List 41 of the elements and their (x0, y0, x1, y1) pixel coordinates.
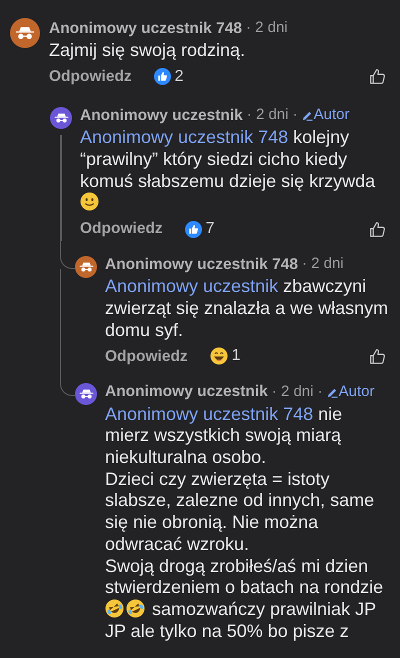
thumbs-up-icon (369, 68, 386, 86)
author-name[interactable]: Anonimowy uczestnik (105, 380, 268, 404)
author-name[interactable]: Anonimowy uczestnik (80, 104, 243, 128)
reaction-count: 2 (174, 66, 184, 87)
author-label: Autor (302, 104, 350, 127)
reaction-count: 7 (206, 219, 215, 240)
mention-link[interactable]: Anonimowy uczestnik 748 (105, 404, 314, 424)
comment-text: Anonimowy uczestnik 748 kolejny “prawilny” który siedzi cicho kiedy komuś słabszemu dzieje się krzywda (80, 127, 400, 214)
comment-text: Anonimowy uczestnik 748 nie mierz wszystkich swoją miarą niekulturalna osobo. Dzieci czy zwierzęta = istoty slabsze, zalezne od innych, same się nie obronią. Nie można odwracać wzroku. Swoją drogą zrobiłeś/aś mi dzien stwierdzeniem o batach na rondzie samozwańczy prawilniak JP JP ale tylko na 50% bo pisze z (105, 404, 384, 642)
like-icon (184, 220, 202, 238)
laughing-face-icon (105, 598, 124, 618)
comment-time: · 2 dni (302, 254, 344, 274)
reply-button[interactable]: Odpowiedz (80, 217, 163, 241)
mention-link[interactable]: Anonimowy uczestnik (105, 276, 278, 296)
author-name[interactable]: Anonimowy uczestnik 748 (105, 253, 298, 276)
author-name[interactable]: Anonimowy uczestnik 748 (49, 17, 242, 40)
incognito-icon (15, 26, 35, 40)
thumbs-up-icon (369, 220, 386, 238)
comment-text: Zajmij się swoją rodziną. (49, 40, 246, 62)
laughing-face-icon (210, 347, 228, 366)
reply-button[interactable]: Odpowiedz (105, 344, 188, 368)
laughing-face-icon (126, 598, 145, 618)
reply-button[interactable]: Odpowiedz (49, 65, 132, 89)
pencil-icon (302, 110, 313, 122)
pencil-icon (326, 386, 338, 398)
like-button[interactable] (369, 220, 386, 238)
reaction-count: 1 (232, 346, 241, 366)
comment-text: Anonimowy uczestnik zbawczyni zwierząt się znalazła a we własnym domu syf. (105, 276, 390, 342)
incognito-icon (54, 112, 68, 123)
author-label: Autor (326, 380, 374, 404)
like-icon (154, 68, 171, 86)
mention-link[interactable]: Anonimowy uczestnik 748 (80, 127, 288, 148)
comment-time: · 2 dni (246, 18, 288, 38)
incognito-icon (78, 389, 94, 400)
incognito-icon (78, 262, 94, 272)
thumbs-up-icon (369, 348, 386, 365)
comment-time: · 2 dni · (272, 382, 323, 402)
like-button[interactable] (369, 348, 386, 365)
comment-time: · 2 dni · (246, 105, 298, 126)
like-button[interactable] (369, 68, 386, 86)
smiling-face-icon (80, 192, 99, 212)
